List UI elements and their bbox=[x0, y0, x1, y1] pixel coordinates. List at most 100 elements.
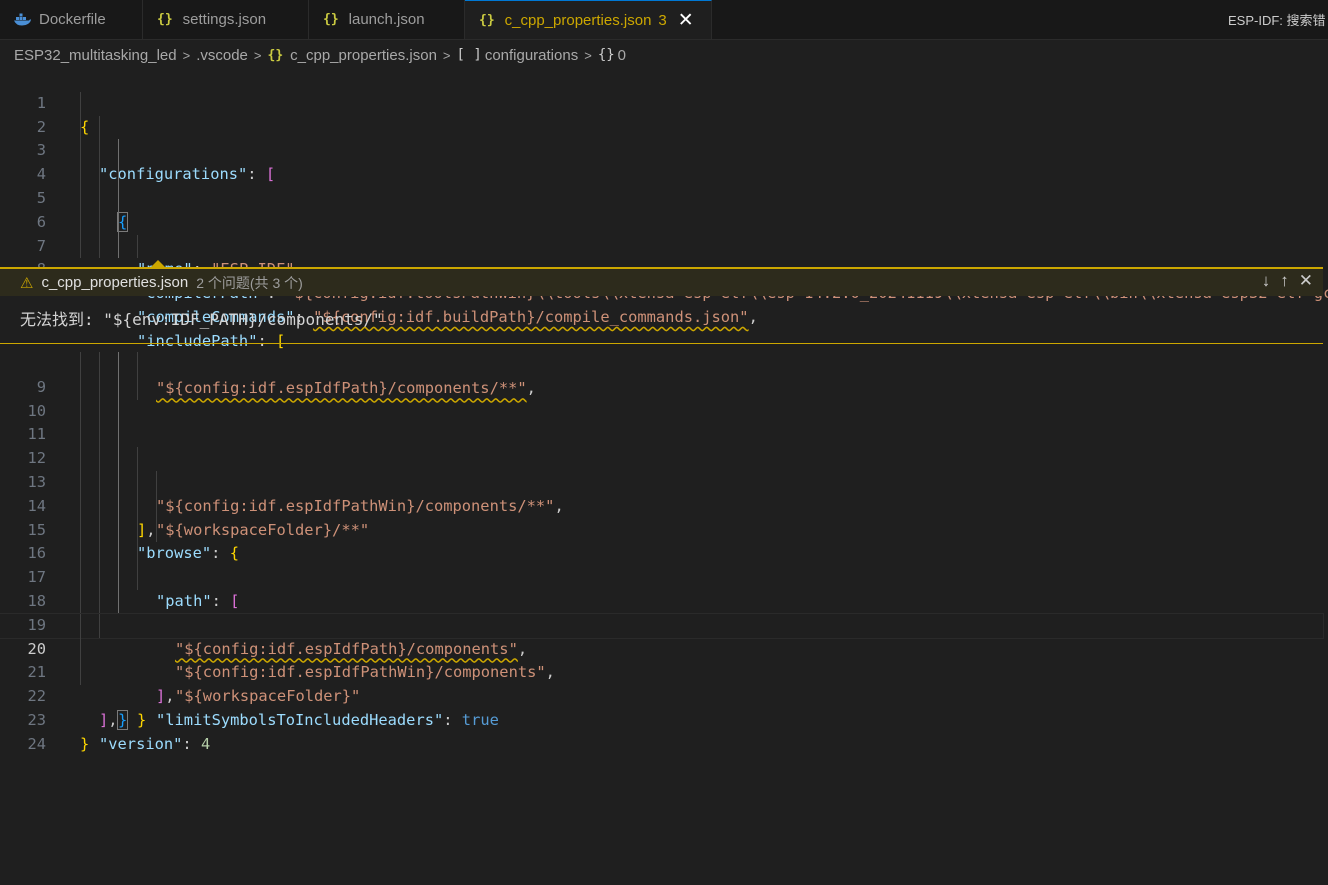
indent-guide bbox=[99, 375, 100, 400]
chevron-right-icon: > bbox=[442, 47, 451, 63]
next-problem-icon[interactable]: ↓ bbox=[1262, 271, 1271, 291]
indent-guide bbox=[118, 352, 119, 376]
indent-guide bbox=[156, 518, 157, 543]
code-line[interactable]: 14 "${config:idf.espIdfPath}/components"… bbox=[0, 470, 1323, 658]
indent-guide bbox=[80, 210, 81, 235]
indent-guide bbox=[118, 139, 119, 164]
indent-guide bbox=[137, 375, 138, 400]
colon: : bbox=[182, 734, 201, 753]
code-line[interactable]: 11 ], bbox=[0, 399, 1323, 539]
code-line-current[interactable]: 20 } bbox=[0, 612, 1324, 730]
peek-message: 无法找到: "${env:IDF_PATH}/components/" bbox=[20, 310, 383, 329]
indent-guide bbox=[99, 352, 100, 376]
indent-guide bbox=[80, 352, 81, 376]
array-icon: [ ] bbox=[456, 47, 482, 63]
chevron-right-icon: > bbox=[182, 47, 191, 63]
indent-guide bbox=[137, 518, 138, 543]
indent-guide bbox=[80, 447, 81, 471]
code-line[interactable]: 8 "${config:idf.espIdfPath}/components/*… bbox=[0, 234, 1323, 397]
indent-guide bbox=[80, 470, 81, 495]
indent-guide bbox=[99, 518, 100, 543]
code-line[interactable]: 4 "name": "ESP-IDF", bbox=[0, 139, 1323, 278]
indent-guide bbox=[137, 352, 138, 376]
indent-guide bbox=[80, 375, 81, 400]
tab-dockerfile[interactable]: Dockerfile bbox=[0, 0, 143, 39]
indent-guide bbox=[99, 139, 100, 164]
indent-guide bbox=[80, 139, 81, 164]
close-icon[interactable]: ✕ bbox=[1299, 271, 1313, 291]
breadcrumb-vscode[interactable]: .vscode bbox=[196, 47, 248, 64]
peek-actions: ↓ ↑ ✕ bbox=[1262, 271, 1313, 291]
docker-icon bbox=[14, 13, 31, 26]
tab-launch-json[interactable]: {} launch.json bbox=[309, 0, 465, 39]
chevron-right-icon: > bbox=[584, 47, 592, 63]
indent-guide bbox=[99, 423, 100, 448]
code-line[interactable]: 23 } bbox=[0, 685, 1323, 753]
indent-guide bbox=[80, 186, 81, 211]
json-braces-icon: {} bbox=[323, 12, 339, 27]
code-line[interactable]: 18 "limitSymbolsToIncludedHeaders": true bbox=[0, 566, 1323, 729]
breadcrumb: ESP32_multitasking_led > .vscode > {} c_… bbox=[14, 44, 626, 66]
indent-guide bbox=[99, 399, 100, 424]
indent-guide bbox=[99, 566, 100, 590]
indent-guide bbox=[99, 494, 100, 519]
code-line[interactable]: 16 "${workspaceFolder}" bbox=[0, 518, 1323, 705]
indent-guide bbox=[118, 566, 119, 590]
indent-guide bbox=[118, 375, 119, 400]
warning-icon: ⚠ bbox=[20, 274, 34, 292]
breadcrumb-index[interactable]: 0 bbox=[618, 47, 626, 64]
indent-guide bbox=[118, 234, 119, 259]
indent-guide bbox=[118, 163, 119, 187]
indent-guide bbox=[137, 447, 138, 471]
indent-guide bbox=[137, 494, 138, 519]
line-text: } bbox=[80, 733, 89, 757]
code-line[interactable]: 5 "compilerPath": "${config:idf.toolsPat… bbox=[0, 163, 1328, 302]
indent-guide bbox=[118, 589, 119, 614]
indent-guide bbox=[118, 399, 119, 424]
code-line[interactable]: 2 "configurations": [ bbox=[0, 91, 1323, 183]
indent-guide bbox=[137, 234, 138, 259]
code-line[interactable]: 3 { bbox=[0, 115, 1323, 232]
json-braces-icon: {} bbox=[157, 12, 173, 27]
esp-idf-search-status[interactable]: ESP-IDF: 搜索错 bbox=[1228, 0, 1328, 39]
code-line[interactable]: 10 "${workspaceFolder}/**" bbox=[0, 375, 1323, 539]
chevron-right-icon: > bbox=[253, 47, 262, 63]
indent-guide bbox=[118, 186, 119, 211]
indent-guide bbox=[80, 91, 81, 116]
indent-guide bbox=[80, 661, 81, 686]
code-line[interactable]: 21 ], bbox=[0, 637, 1323, 729]
code-line[interactable]: 12 "browse": { bbox=[0, 423, 1323, 562]
previous-problem-icon[interactable]: ↑ bbox=[1280, 271, 1289, 291]
code-line[interactable]: 7 "includePath": [ bbox=[0, 210, 1323, 350]
indent-guide bbox=[118, 210, 119, 235]
code-line[interactable]: 15 "${config:idf.espIdfPathWin}/componen… bbox=[0, 494, 1323, 681]
code-line[interactable]: 13 "path": [ bbox=[0, 447, 1323, 610]
indent-guide bbox=[137, 566, 138, 590]
indent-guide bbox=[118, 447, 119, 471]
code-editor-bottom[interactable]: 9 "${config:idf.espIdfPathWin}/component… bbox=[0, 352, 1324, 753]
code-line[interactable]: 9 "${config:idf.espIdfPathWin}/component… bbox=[0, 352, 1323, 515]
indent-guide bbox=[80, 234, 81, 259]
tab-label: settings.json bbox=[182, 11, 267, 28]
code-editor-top[interactable]: 1 { 2 "configurations": [ 3 { 4 "name": … bbox=[0, 68, 1328, 397]
json-key: "version" bbox=[99, 734, 183, 753]
code-line[interactable]: 6 "compileCommands": "${config:idf.build… bbox=[0, 186, 1323, 326]
breadcrumb-configurations[interactable]: configurations bbox=[485, 47, 578, 64]
indent-guide bbox=[99, 115, 100, 140]
line-number: 24 bbox=[27, 734, 46, 753]
tab-bar: Dockerfile {} settings.json {} launch.js… bbox=[0, 0, 1328, 40]
code-line[interactable]: 24 bbox=[0, 709, 1323, 753]
breadcrumb-file[interactable]: c_cpp_properties.json bbox=[290, 47, 437, 64]
tab-label: launch.json bbox=[348, 11, 425, 28]
close-tab-icon[interactable]: ✕ bbox=[678, 9, 694, 32]
code-line[interactable]: 19 } bbox=[0, 589, 1323, 729]
tab-settings-json[interactable]: {} settings.json bbox=[143, 0, 309, 39]
breadcrumb-folder[interactable]: ESP32_multitasking_led bbox=[14, 47, 177, 64]
peek-problem-count: 2 个问题(共 3 个) bbox=[196, 274, 303, 291]
json-braces-icon: {} bbox=[267, 47, 284, 63]
code-line[interactable]: 22 "version": 4 bbox=[0, 661, 1323, 753]
tab-c-cpp-properties-json[interactable]: {} c_cpp_properties.json 3 ✕ bbox=[465, 0, 712, 39]
indent-guide bbox=[80, 423, 81, 448]
code-line[interactable]: 17 ], bbox=[0, 542, 1323, 705]
code-line[interactable]: 1 { bbox=[0, 68, 1323, 136]
